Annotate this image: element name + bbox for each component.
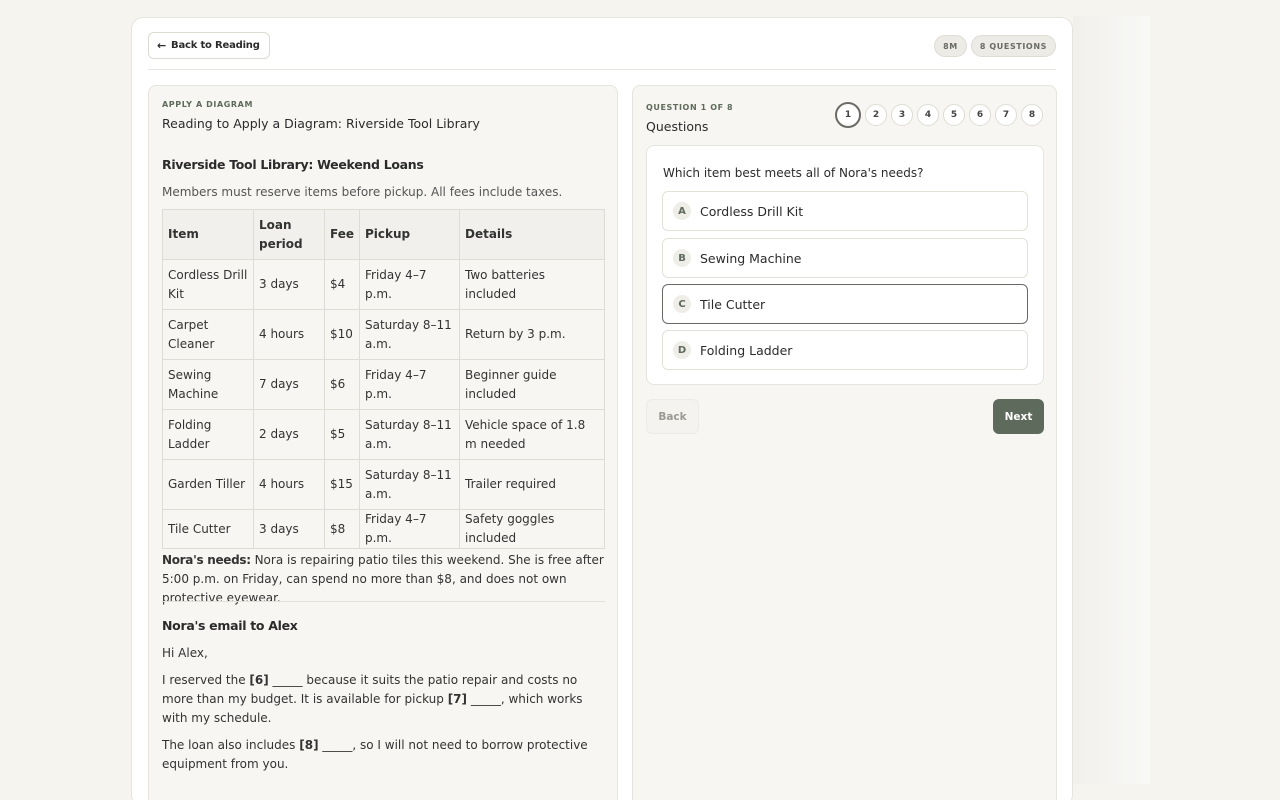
column-header: Loan period — [253, 209, 325, 260]
answer-option-b[interactable]: B Sewing Machine — [662, 238, 1028, 278]
table-cell: 3 days — [253, 509, 325, 549]
question-nav-3[interactable]: 3 — [891, 104, 913, 126]
divider — [162, 601, 605, 602]
table-cell: Friday 4–7 p.m. — [359, 359, 460, 410]
question-nav-6[interactable]: 6 — [969, 104, 991, 126]
column-header: Item — [162, 209, 254, 260]
question-nav-4[interactable]: 4 — [917, 104, 939, 126]
table-cell: Saturday 8–11 a.m. — [359, 459, 460, 510]
table-cell: Saturday 8–11 a.m. — [359, 409, 460, 460]
option-letter: D — [673, 341, 691, 359]
table-header-row: Item Loan period Fee Pickup Details — [162, 209, 605, 260]
header-pills: 8M 8 QUESTIONS — [934, 35, 1056, 57]
option-letter: C — [673, 295, 691, 313]
email-greeting: Hi Alex, — [162, 646, 208, 660]
back-button[interactable]: Back — [646, 399, 699, 434]
table-cell: Tile Cutter — [162, 509, 254, 549]
column-header: Details — [459, 209, 605, 260]
table-row: Carpet Cleaner 4 hours $10 Saturday 8–11… — [162, 309, 605, 360]
column-header: Fee — [324, 209, 360, 260]
table-cell: Cordless Drill Kit — [162, 259, 254, 310]
back-to-reading-button[interactable]: ← Back to Reading — [148, 32, 270, 59]
table-cell: 2 days — [253, 409, 325, 460]
table-cell: Sewing Machine — [162, 359, 254, 410]
column-header: Pickup — [359, 209, 460, 260]
table-cell: $10 — [324, 309, 360, 360]
table-cell: Return by 3 p.m. — [459, 309, 605, 360]
table-cell: Garden Tiller — [162, 459, 254, 510]
option-label: Cordless Drill Kit — [700, 203, 804, 219]
reading-card: ← Back to Reading 8M 8 QUESTIONS APPLY A… — [131, 17, 1073, 800]
table-cell: 4 hours — [253, 309, 325, 360]
question-card: Which item best meets all of Nora's need… — [646, 145, 1044, 385]
question-nav-5[interactable]: 5 — [943, 104, 965, 126]
time-pill: 8M — [934, 35, 967, 57]
top-bar: ← Back to Reading 8M 8 QUESTIONS — [148, 32, 1056, 70]
email-title: Nora's email to Alex — [162, 618, 298, 633]
option-label: Sewing Machine — [700, 250, 802, 266]
table-row: Folding Ladder 2 days $5 Saturday 8–11 a… — [162, 409, 605, 460]
reading-eyebrow: APPLY A DIAGRAM — [162, 100, 254, 109]
question-prompt: Which item best meets all of Nora's need… — [663, 166, 924, 180]
table-cell: 4 hours — [253, 459, 325, 510]
table-row: Garden Tiller 4 hours $15 Saturday 8–11 … — [162, 459, 605, 510]
question-nav-2[interactable]: 2 — [865, 104, 887, 126]
table-cell: $8 — [324, 509, 360, 549]
table-cell: Friday 4–7 p.m. — [359, 259, 460, 310]
table-row: Sewing Machine 7 days $6 Friday 4–7 p.m.… — [162, 359, 605, 410]
blank-6-marker: [6] — [249, 673, 269, 687]
next-button[interactable]: Next — [993, 399, 1044, 434]
document-subtitle: Members must reserve items before pickup… — [162, 185, 563, 199]
table-cell: $5 — [324, 409, 360, 460]
loans-table: Item Loan period Fee Pickup Details Cord… — [162, 209, 605, 549]
side-backdrop — [1073, 16, 1150, 784]
answer-option-c[interactable]: C Tile Cutter — [662, 284, 1028, 324]
blank-8-marker: [8] — [299, 738, 319, 752]
table-cell: Folding Ladder — [162, 409, 254, 460]
email-text: The loan also includes — [162, 738, 300, 752]
back-to-reading-label: Back to Reading — [171, 40, 260, 51]
table-cell: 7 days — [253, 359, 325, 410]
table-cell: Trailer required — [459, 459, 605, 510]
question-navigator: 1 2 3 4 5 6 7 8 — [835, 102, 1043, 128]
table-cell: Vehicle space of 1.8 m needed — [459, 409, 605, 460]
blank-7-marker: [7] — [447, 692, 468, 706]
reading-panel: APPLY A DIAGRAM Reading to Apply a Diagr… — [148, 85, 618, 800]
questions-count-pill: 8 QUESTIONS — [970, 35, 1056, 57]
table-cell: Saturday 8–11 a.m. — [359, 309, 460, 360]
table-cell: $6 — [324, 359, 360, 410]
option-label: Folding Ladder — [700, 342, 793, 358]
email-paragraph: I reserved the [6] _____ because it suit… — [162, 671, 602, 728]
email-text: I reserved the — [162, 673, 250, 687]
question-nav-1[interactable]: 1 — [835, 102, 861, 128]
questions-panel: QUESTION 1 OF 8 Questions 1 2 3 4 5 6 7 … — [632, 85, 1057, 800]
table-cell: Carpet Cleaner — [162, 309, 254, 360]
table-cell: Safety goggles included — [459, 509, 605, 549]
needs-label: Nora's needs: — [162, 553, 251, 567]
table-row: Cordless Drill Kit 3 days $4 Friday 4–7 … — [162, 259, 605, 310]
table-cell: Friday 4–7 p.m. — [359, 509, 460, 549]
email-paragraph: The loan also includes [8] _____, so I w… — [162, 736, 602, 774]
option-letter: B — [673, 249, 691, 267]
table-row: Tile Cutter 3 days $8 Friday 4–7 p.m. Sa… — [162, 509, 605, 549]
table-cell: $15 — [324, 459, 360, 510]
question-counter: QUESTION 1 OF 8 — [646, 103, 734, 112]
arrow-left-icon: ← — [157, 39, 167, 52]
reading-title: Reading to Apply a Diagram: Riverside To… — [162, 116, 480, 131]
document-title: Riverside Tool Library: Weekend Loans — [162, 157, 424, 172]
question-nav-8[interactable]: 8 — [1021, 104, 1043, 126]
table-cell: $4 — [324, 259, 360, 310]
table-cell: Two batteries included — [459, 259, 605, 310]
table-cell: 3 days — [253, 259, 325, 310]
option-letter: A — [673, 202, 691, 220]
noras-needs: Nora's needs: Nora is repairing patio ti… — [162, 551, 612, 608]
answer-option-d[interactable]: D Folding Ladder — [662, 330, 1028, 370]
table-cell: Beginner guide included — [459, 359, 605, 410]
option-label: Tile Cutter — [700, 296, 766, 312]
question-nav-7[interactable]: 7 — [995, 104, 1017, 126]
answer-option-a[interactable]: A Cordless Drill Kit — [662, 191, 1028, 231]
questions-title: Questions — [646, 119, 709, 134]
